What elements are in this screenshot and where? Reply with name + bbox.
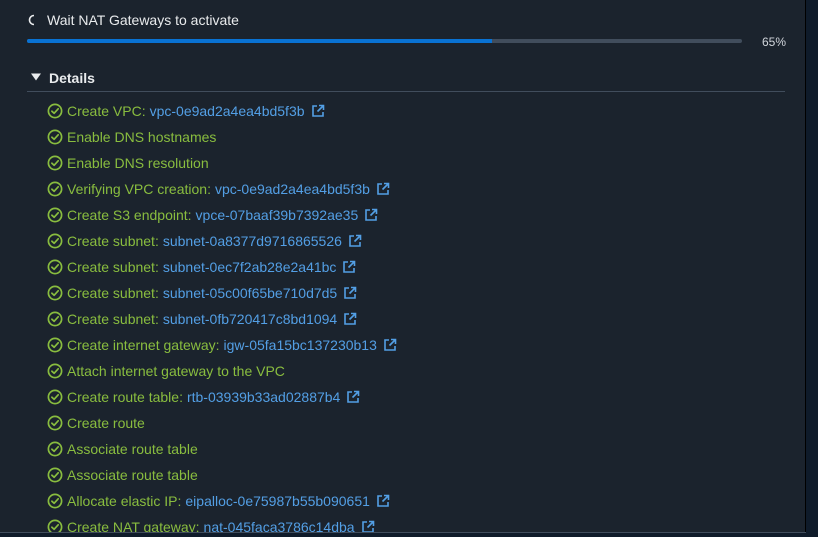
success-check-icon [47, 441, 63, 457]
success-check-icon [47, 181, 63, 197]
step-label: Create route table: [67, 389, 183, 405]
success-check-icon [47, 207, 63, 223]
resource-link[interactable]: subnet-0fb720417c8bd1094 [163, 311, 337, 327]
external-link-icon[interactable] [342, 260, 356, 274]
step-item: Associate route table [47, 436, 397, 462]
success-check-icon [47, 233, 63, 249]
resource-link[interactable]: eipalloc-0e75987b55b090651 [185, 493, 370, 509]
step-item: Create NAT gateway: nat-045faca3786c14dba [47, 514, 397, 532]
external-link-icon[interactable] [343, 286, 357, 300]
loading-spinner-icon [27, 14, 37, 26]
external-link-icon[interactable] [376, 494, 390, 508]
step-label: Verifying VPC creation: [67, 181, 211, 197]
success-check-icon [47, 337, 63, 353]
step-label: Create internet gateway: [67, 337, 220, 353]
step-item: Create S3 endpoint: vpce-07baaf39b7392ae3… [47, 202, 397, 228]
external-link-icon[interactable] [376, 182, 390, 196]
resource-link[interactable]: vpc-0e9ad2a4ea4bd5f3b [215, 181, 370, 197]
step-item: Associate route table [47, 462, 397, 488]
progress-percent: 65% [762, 35, 787, 49]
step-item: Enable DNS resolution [47, 150, 397, 176]
success-check-icon [47, 389, 63, 405]
divider [27, 91, 785, 92]
step-item: Enable DNS hostnames [47, 124, 397, 150]
step-item: Attach internet gateway to the VPC [47, 358, 397, 384]
success-check-icon [47, 467, 63, 483]
resource-link[interactable]: subnet-0ec7f2ab28e2a41bc [163, 259, 337, 275]
external-link-icon[interactable] [364, 208, 378, 222]
success-check-icon [47, 103, 63, 119]
details-title: Details [49, 70, 95, 86]
step-label: Associate route table [67, 467, 198, 483]
bottom-divider [0, 532, 806, 533]
step-label: Allocate elastic IP: [67, 493, 182, 509]
external-link-icon[interactable] [343, 312, 357, 326]
status-title: Wait NAT Gateways to activate [47, 12, 239, 28]
success-check-icon [47, 363, 63, 379]
progress-bar [27, 39, 742, 43]
resource-link[interactable]: vpce-07baaf39b7392ae35 [196, 207, 359, 223]
workflow-panel: Wait NAT Gateways to activate 65% Detail… [0, 0, 806, 532]
success-check-icon [47, 311, 63, 327]
success-check-icon [47, 493, 63, 509]
external-link-icon[interactable] [383, 338, 397, 352]
step-item: Allocate elastic IP: eipalloc-0e75987b55b… [47, 488, 397, 514]
steps-list: Create VPC: vpc-0e9ad2a4ea4bd5f3b Enable D… [47, 98, 397, 532]
step-label: Create route [67, 415, 145, 431]
success-check-icon [47, 129, 63, 145]
step-label: Create S3 endpoint: [67, 207, 192, 223]
step-label: Create subnet: [67, 233, 159, 249]
step-item: Create internet gateway: igw-05fa15bc1372… [47, 332, 397, 358]
success-check-icon [47, 519, 63, 532]
success-check-icon [47, 415, 63, 431]
external-link-icon[interactable] [311, 104, 325, 118]
success-check-icon [47, 155, 63, 171]
step-item: Create VPC: vpc-0e9ad2a4ea4bd5f3b [47, 98, 397, 124]
resource-link[interactable]: rtb-03939b33ad02887b4 [187, 389, 340, 405]
step-item: Create subnet: subnet-05c00f65be710d7d5 [47, 280, 397, 306]
step-label: Enable DNS hostnames [67, 129, 217, 145]
step-label: Create VPC: [67, 103, 146, 119]
step-label: Associate route table [67, 441, 198, 457]
status-header: Wait NAT Gateways to activate [27, 10, 239, 30]
success-check-icon [47, 285, 63, 301]
details-toggle[interactable]: Details [31, 69, 95, 87]
progress-bar-fill [27, 39, 492, 43]
external-link-icon[interactable] [348, 234, 362, 248]
step-label: Create subnet: [67, 285, 159, 301]
success-check-icon [47, 259, 63, 275]
resource-link[interactable]: subnet-05c00f65be710d7d5 [163, 285, 337, 301]
step-label: Enable DNS resolution [67, 155, 209, 171]
step-item: Create subnet: subnet-0fb720417c8bd1094 [47, 306, 397, 332]
step-label: Create subnet: [67, 311, 159, 327]
resource-link[interactable]: nat-045faca3786c14dba [204, 519, 355, 532]
resource-link[interactable]: igw-05fa15bc137230b13 [224, 337, 377, 353]
resource-link[interactable]: subnet-0a8377d9716865526 [163, 233, 342, 249]
step-item: Create route table: rtb-03939b33ad02887b4 [47, 384, 397, 410]
step-label: Attach internet gateway to the VPC [67, 363, 285, 379]
step-item: Verifying VPC creation: vpc-0e9ad2a4ea4bd… [47, 176, 397, 202]
caret-down-icon [31, 69, 41, 87]
step-item: Create subnet: subnet-0ec7f2ab28e2a41bc [47, 254, 397, 280]
step-label: Create NAT gateway: [67, 519, 200, 532]
step-label: Create subnet: [67, 259, 159, 275]
external-link-icon[interactable] [346, 390, 360, 404]
external-link-icon[interactable] [361, 520, 375, 532]
step-item: Create subnet: subnet-0a8377d9716865526 [47, 228, 397, 254]
step-item: Create route [47, 410, 397, 436]
resource-link[interactable]: vpc-0e9ad2a4ea4bd5f3b [150, 103, 305, 119]
